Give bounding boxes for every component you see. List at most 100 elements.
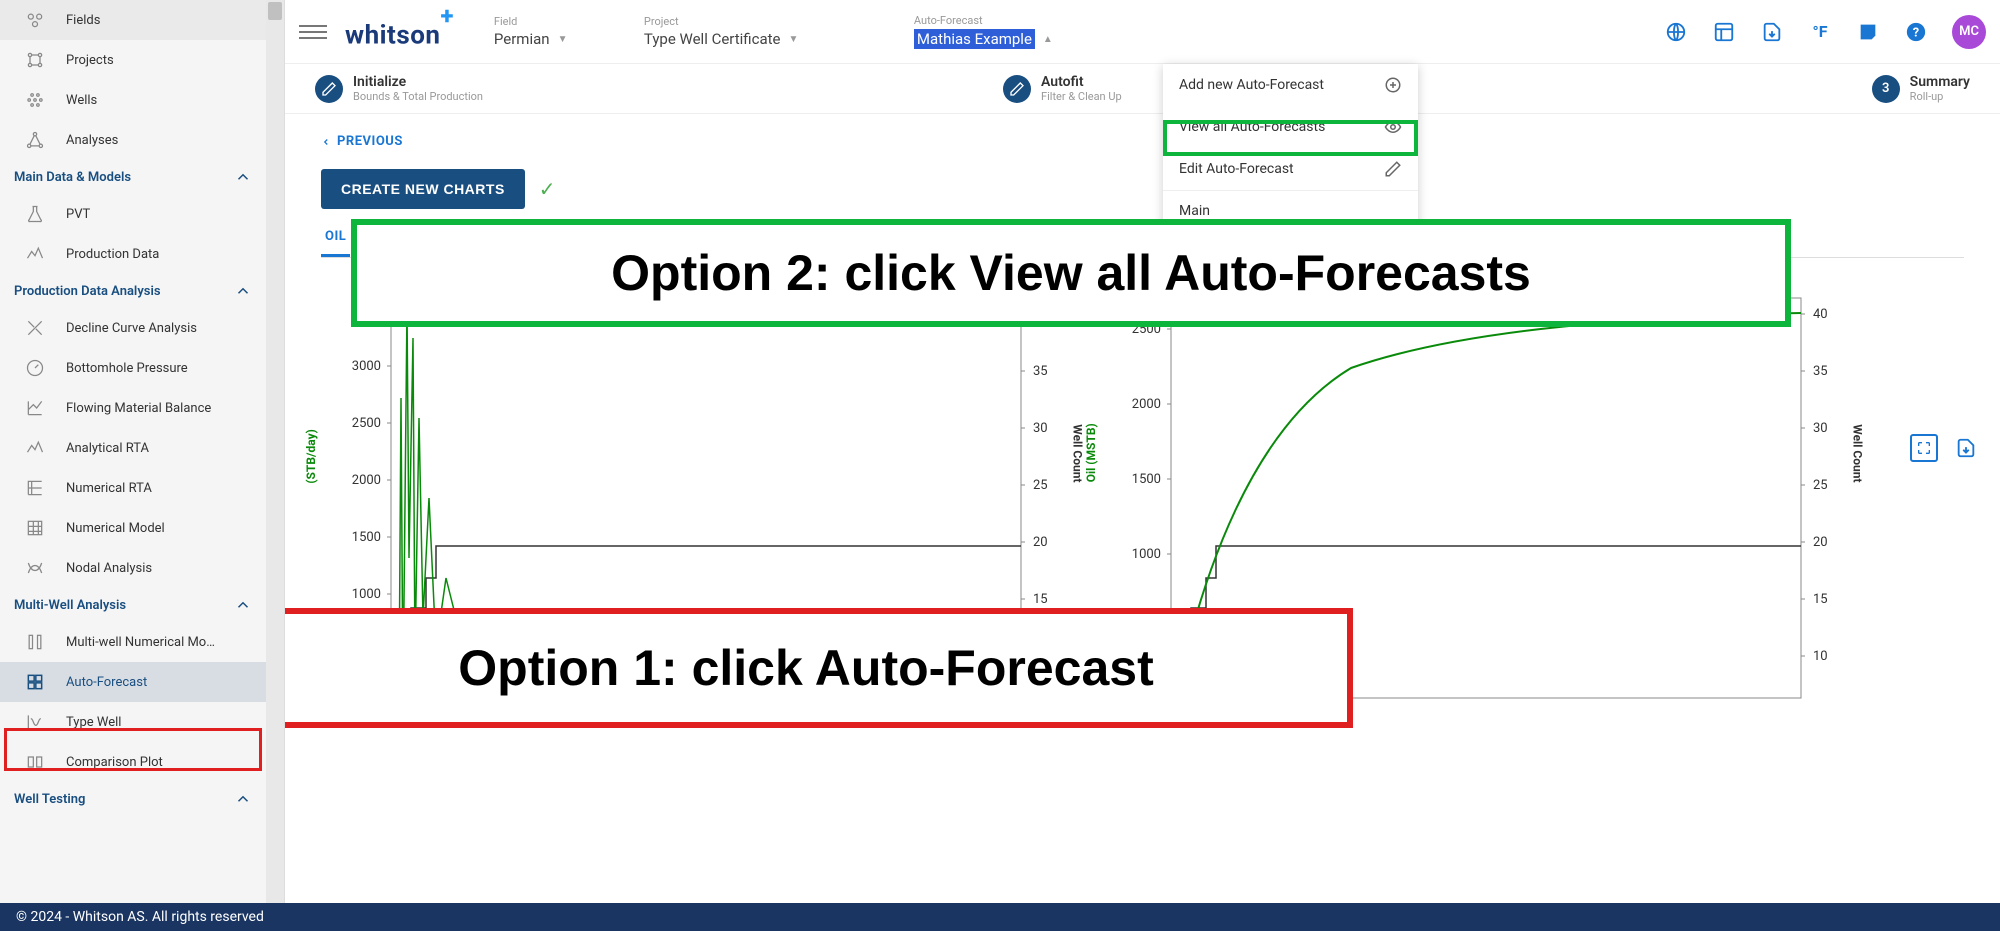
nav-wells[interactable]: Wells	[0, 80, 266, 120]
fullscreen-icon[interactable]	[1910, 434, 1938, 462]
y-axis-right-label: Well Count	[1850, 424, 1864, 482]
nmodel-icon	[22, 518, 48, 538]
section-welltest[interactable]: Well Testing	[0, 782, 266, 816]
step-initialize[interactable]: InitializeBounds & Total Production	[315, 74, 483, 103]
select-project[interactable]: Project Type Well Certificate▼	[644, 15, 864, 48]
nav-label: Decline Curve Analysis	[66, 321, 197, 336]
section-pda[interactable]: Production Data Analysis	[0, 274, 266, 308]
chevron-up-icon	[234, 790, 252, 808]
download-icon[interactable]	[1760, 20, 1784, 44]
check-icon: ✓	[539, 177, 556, 201]
nav-label: Analyses	[66, 133, 118, 148]
nav-projects[interactable]: Projects	[0, 40, 266, 80]
nav-label: Multi-well Numerical Mo…	[66, 635, 215, 650]
dd-add-new[interactable]: Add new Auto-Forecast	[1163, 64, 1418, 106]
section-mwa[interactable]: Multi-Well Analysis	[0, 588, 266, 622]
note-icon[interactable]	[1856, 20, 1880, 44]
nav-compare[interactable]: Comparison Plot	[0, 742, 266, 782]
nav-auto-forecast[interactable]: Auto-Forecast	[0, 662, 266, 702]
dd-edit[interactable]: Edit Auto-Forecast	[1163, 148, 1418, 190]
compare-icon	[22, 752, 48, 772]
step-summary[interactable]: 3 SummaryRoll-up	[1872, 74, 1970, 103]
y-axis-left-label: (STB/day)	[304, 429, 318, 483]
nav-dca[interactable]: Decline Curve Analysis	[0, 308, 266, 348]
scrollbar[interactable]	[266, 0, 284, 903]
annotation-option-1: Option 1: click Auto-Forecast	[285, 608, 1353, 728]
nav-bhp[interactable]: Bottomhole Pressure	[0, 348, 266, 388]
nav-label: Numerical Model	[66, 521, 165, 536]
nav-label: Auto-Forecast	[66, 675, 147, 690]
nav-label: Nodal Analysis	[66, 561, 152, 576]
nav-pvt[interactable]: PVT	[0, 194, 266, 234]
caret-down-icon: ▼	[788, 34, 798, 45]
select-auto-forecast[interactable]: Auto-Forecast Mathias Example▲	[914, 14, 1114, 49]
analyses-icon	[22, 130, 48, 150]
svg-text:?: ?	[1913, 25, 1919, 40]
edit-icon	[315, 75, 343, 103]
nav-nodal[interactable]: Nodal Analysis	[0, 548, 266, 588]
nav-analyses[interactable]: Analyses	[0, 120, 266, 160]
nav-label: Analytical RTA	[66, 441, 149, 456]
nav-fields[interactable]: Fields	[0, 0, 266, 40]
chevron-up-icon	[234, 168, 252, 186]
svg-text:20: 20	[1813, 535, 1828, 550]
svg-text:2000: 2000	[1132, 397, 1161, 412]
chevron-up-icon	[234, 282, 252, 300]
nav-nmodel[interactable]: Numerical Model	[0, 508, 266, 548]
nav-multiwell[interactable]: Multi-well Numerical Mo…	[0, 622, 266, 662]
flask-icon	[22, 204, 48, 224]
nav-typewell[interactable]: Type Well	[0, 702, 266, 742]
brand-logo: whitson+	[345, 12, 454, 51]
line-icon	[22, 244, 48, 264]
svg-text:25: 25	[1813, 478, 1828, 493]
menu-toggle[interactable]	[299, 18, 327, 46]
line-icon	[22, 438, 48, 458]
chart-toolbar	[1910, 434, 1980, 462]
layout-icon[interactable]	[1712, 20, 1736, 44]
previous-link[interactable]: PREVIOUS	[321, 134, 1964, 149]
tab-oil[interactable]: OIL	[321, 219, 350, 257]
avatar[interactable]: MC	[1952, 15, 1986, 49]
section-main-data[interactable]: Main Data & Models	[0, 160, 266, 194]
select-field[interactable]: Field Permian▼	[494, 15, 594, 48]
dd-view-all[interactable]: View all Auto-Forecasts	[1163, 106, 1418, 148]
step-autofit[interactable]: AutofitFilter & Clean Up	[1003, 74, 1122, 103]
plus-circle-icon	[1384, 76, 1402, 94]
nav-label: Type Well	[66, 715, 121, 730]
temp-unit[interactable]: °F	[1808, 20, 1832, 44]
multiwell-icon	[22, 632, 48, 652]
nav-label: Bottomhole Pressure	[66, 361, 188, 376]
nav-fmb[interactable]: Flowing Material Balance	[0, 388, 266, 428]
svg-text:25: 25	[1033, 478, 1048, 493]
balance-icon	[22, 398, 48, 418]
nav-nrta[interactable]: Numerical RTA	[0, 468, 266, 508]
caret-up-icon: ▲	[1043, 34, 1053, 45]
y-axis-left-label: Oil (MSTB)	[1084, 423, 1098, 482]
y-axis-right-label: Well Count	[1070, 424, 1084, 482]
svg-text:1000: 1000	[1132, 547, 1161, 562]
edit-icon	[1003, 75, 1031, 103]
stepper: InitializeBounds & Total Production Auto…	[285, 64, 2000, 114]
step-number: 3	[1872, 75, 1900, 103]
globe-icon[interactable]	[1664, 20, 1688, 44]
topbar: whitson+ Field Permian▼ Project Type Wel…	[285, 0, 2000, 64]
export-icon[interactable]	[1952, 434, 1980, 462]
typewell-icon	[22, 712, 48, 732]
svg-text:35: 35	[1813, 364, 1828, 379]
nav-label: Fields	[66, 13, 100, 28]
gauge-icon	[22, 358, 48, 378]
chevron-left-icon	[321, 135, 331, 149]
footer: © 2024 - Whitson AS. All rights reserved	[0, 903, 2000, 931]
decline-icon	[22, 318, 48, 338]
nav-label: Production Data	[66, 247, 159, 262]
pencil-icon	[1384, 160, 1402, 178]
svg-text:30: 30	[1033, 421, 1048, 436]
nav-arta[interactable]: Analytical RTA	[0, 428, 266, 468]
svg-text:15: 15	[1033, 592, 1048, 607]
content: whitson+ Field Permian▼ Project Type Wel…	[285, 0, 2000, 903]
create-charts-button[interactable]: CREATE NEW CHARTS	[321, 169, 525, 209]
nodal-icon	[22, 558, 48, 578]
help-icon[interactable]: ?	[1904, 20, 1928, 44]
nav-production-data[interactable]: Production Data	[0, 234, 266, 274]
nav-label: Flowing Material Balance	[66, 401, 211, 416]
